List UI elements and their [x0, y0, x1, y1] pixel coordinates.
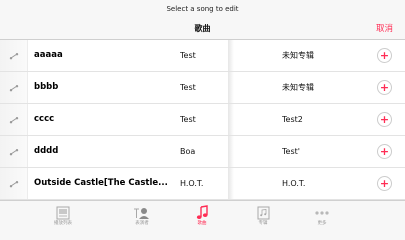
song-album: 未知专辑 — [282, 83, 314, 92]
add-song-button[interactable]: + — [377, 144, 392, 159]
song-row[interactable]: aaaaa Test 未知专辑 + — [0, 40, 405, 72]
music-note-icon — [0, 72, 28, 103]
song-row[interactable]: bbbb Test 未知专辑 + — [0, 72, 405, 104]
song-row[interactable]: cccc Test Test2 + — [0, 104, 405, 136]
column-divider — [228, 40, 234, 71]
column-divider — [228, 104, 234, 135]
song-title: Outside Castle[The Castle... — [34, 178, 168, 188]
song-list: aaaaa Test 未知专辑 + bbbb Test 未知专辑 + cccc … — [0, 40, 405, 200]
plus-icon: + — [379, 177, 390, 190]
song-title: dddd — [34, 146, 59, 156]
song-artist: Test — [180, 51, 196, 60]
song-artist: Test — [180, 83, 196, 92]
music-note-icon — [0, 136, 28, 167]
cancel-button[interactable]: 取消 — [376, 18, 393, 40]
tab-playlists[interactable]: 播放列表 — [43, 201, 83, 229]
plus-icon: + — [379, 81, 390, 94]
song-row[interactable]: Outside Castle[The Castle... H.O.T. H.O.… — [0, 168, 405, 200]
song-title: cccc — [34, 114, 55, 124]
tab-label: 播放列表 — [54, 221, 72, 226]
song-album: Test2 — [282, 115, 303, 124]
music-note-icon — [0, 168, 28, 199]
music-note-icon — [196, 204, 208, 221]
album-icon — [257, 204, 270, 221]
playlist-icon — [56, 204, 70, 221]
tab-label: 专辑 — [258, 221, 268, 226]
song-artist: H.O.T. — [180, 179, 204, 188]
tab-bar: 播放列表 表演者 歌曲 专辑 更多 — [0, 200, 405, 228]
tab-label: 更多 — [317, 221, 327, 226]
song-artist: Boa — [180, 147, 196, 156]
song-row[interactable]: dddd Boa Test' + — [0, 136, 405, 168]
plus-icon: + — [379, 49, 390, 62]
top-prompt: Select a song to edit — [0, 0, 405, 18]
add-song-button[interactable]: + — [377, 48, 392, 63]
song-title: aaaaa — [34, 50, 63, 60]
song-album: H.O.T. — [282, 179, 306, 188]
tab-label: 表演者 — [135, 221, 149, 226]
more-icon — [314, 204, 330, 221]
nav-bar: 歌曲 取消 — [0, 18, 405, 40]
song-artist: Test — [180, 115, 196, 124]
add-song-button[interactable]: + — [377, 176, 392, 191]
music-note-icon — [0, 40, 28, 71]
column-divider — [228, 72, 234, 103]
page-title: 歌曲 — [194, 24, 211, 33]
song-title: bbbb — [34, 82, 59, 92]
song-album: Test' — [282, 147, 300, 156]
add-song-button[interactable]: + — [377, 80, 392, 95]
tab-songs[interactable]: 歌曲 — [182, 201, 222, 229]
tab-albums[interactable]: 专辑 — [243, 201, 283, 229]
add-song-button[interactable]: + — [377, 112, 392, 127]
music-note-icon — [0, 104, 28, 135]
artist-icon — [133, 204, 151, 221]
song-album: 未知专辑 — [282, 51, 314, 60]
plus-icon: + — [379, 145, 390, 158]
tab-more[interactable]: 更多 — [302, 201, 342, 229]
tab-label: 歌曲 — [197, 221, 207, 226]
column-divider — [228, 168, 234, 199]
column-divider — [228, 136, 234, 167]
plus-icon: + — [379, 113, 390, 126]
tab-artists[interactable]: 表演者 — [122, 201, 162, 229]
